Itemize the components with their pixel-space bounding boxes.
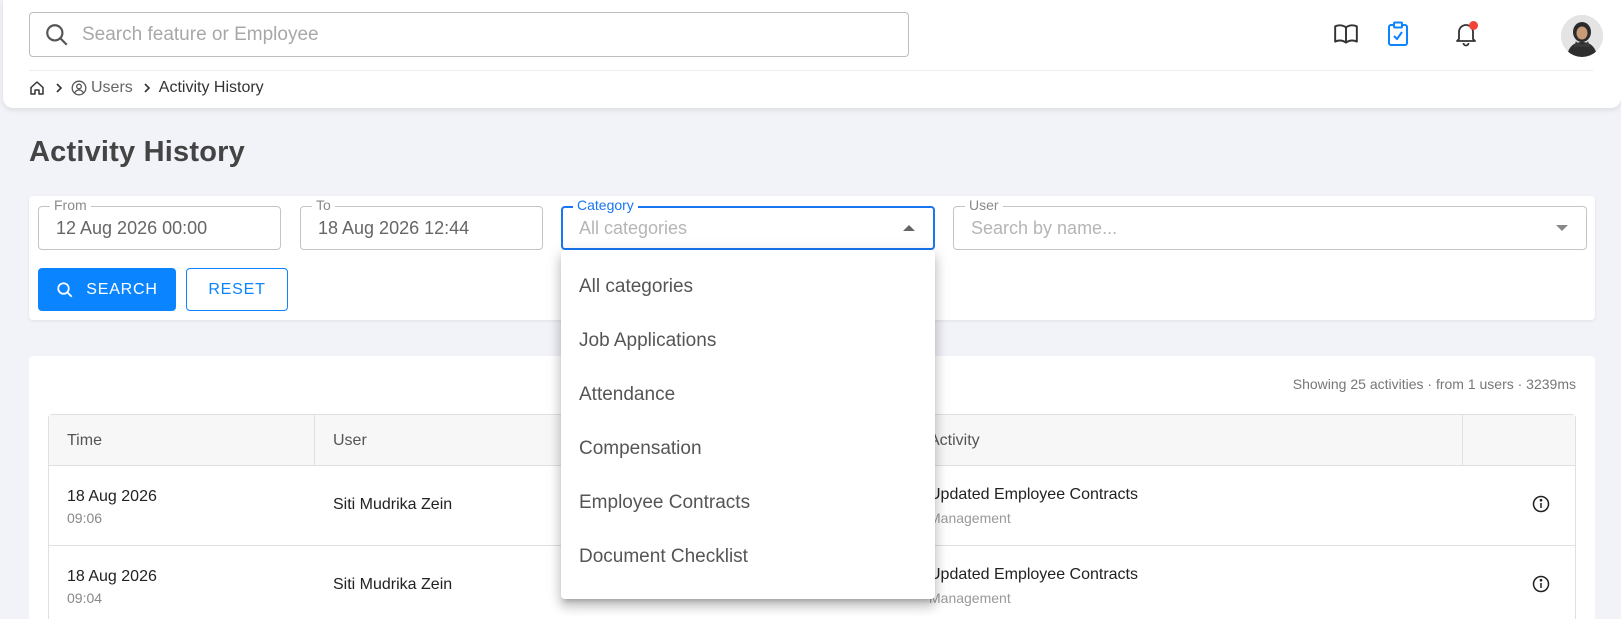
row-activity: Updated Employee Contracts: [929, 486, 1138, 503]
category-placeholder: All categories: [579, 217, 688, 238]
info-icon[interactable]: [1532, 495, 1550, 518]
column-activity: Activity: [929, 431, 980, 449]
row-time: 09:04: [67, 590, 103, 606]
notifications-button[interactable]: [1450, 18, 1482, 50]
user-label: User: [965, 197, 1003, 213]
search-button-label: SEARCH: [86, 280, 158, 298]
to-field[interactable]: To 18 Aug 2026 12:44: [300, 197, 543, 250]
from-label: From: [50, 197, 91, 213]
chevron-right-icon: [143, 82, 151, 94]
row-module: Management: [929, 590, 1011, 606]
from-value: 12 Aug 2026 00:00: [56, 217, 208, 238]
page-title: Activity History: [29, 136, 245, 168]
column-divider: [314, 415, 315, 465]
reset-button[interactable]: RESET: [186, 268, 288, 311]
category-option-document-checklist[interactable]: Document Checklist: [561, 530, 935, 584]
top-bar: Users Activity History: [3, 0, 1621, 108]
category-option-employee-contracts[interactable]: Employee Contracts: [561, 476, 935, 530]
info-icon[interactable]: [1532, 575, 1550, 598]
row-date: 18 Aug 2026: [67, 568, 157, 585]
global-search-input[interactable]: [82, 23, 862, 46]
category-label: Category: [573, 197, 638, 213]
breadcrumb: Users Activity History: [29, 77, 264, 99]
category-option-compensation[interactable]: Compensation: [561, 422, 935, 476]
user-placeholder: Search by name...: [971, 217, 1118, 238]
search-icon: [46, 23, 68, 46]
home-icon[interactable]: [29, 80, 45, 96]
row-date: 18 Aug 2026: [67, 488, 157, 505]
category-option-job-applications[interactable]: Job Applications: [561, 314, 935, 368]
column-user: User: [333, 431, 367, 449]
row-module: Management: [929, 510, 1011, 526]
row-user: Siti Mudrika Zein: [333, 496, 453, 513]
category-dropdown-menu: All categories Job Applications Attendan…: [561, 250, 935, 599]
category-option-all[interactable]: All categories: [561, 260, 935, 314]
user-circle-icon: [71, 80, 87, 96]
global-search[interactable]: [29, 12, 909, 57]
results-summary: Showing 25 activities · from 1 users · 3…: [1292, 376, 1576, 392]
search-icon: [57, 281, 73, 297]
user-select[interactable]: User Search by name...: [953, 197, 1587, 250]
avatar[interactable]: [1561, 15, 1603, 57]
column-divider: [1462, 415, 1463, 465]
category-option-attendance[interactable]: Attendance: [561, 368, 935, 422]
book-icon[interactable]: [1330, 18, 1362, 50]
row-activity: Updated Employee Contracts: [929, 566, 1138, 583]
from-field[interactable]: From 12 Aug 2026 00:00: [38, 197, 281, 250]
topbar-divider: [29, 70, 1593, 71]
clipboard-check-icon[interactable]: [1382, 18, 1414, 50]
notification-badge: [1469, 21, 1478, 30]
row-time: 09:06: [67, 510, 103, 526]
to-label: To: [312, 197, 335, 213]
search-button[interactable]: SEARCH: [38, 268, 176, 311]
category-select[interactable]: Category All categories: [561, 197, 935, 250]
breadcrumb-current: Activity History: [158, 79, 264, 96]
caret-down-icon[interactable]: [1556, 225, 1568, 231]
reset-button-label: RESET: [208, 280, 266, 298]
breadcrumb-users[interactable]: Users: [91, 79, 133, 97]
row-user: Siti Mudrika Zein: [333, 576, 453, 593]
chevron-right-icon: [55, 82, 63, 94]
to-value: 18 Aug 2026 12:44: [318, 217, 470, 238]
caret-up-icon[interactable]: [903, 225, 915, 231]
column-time: Time: [67, 431, 102, 449]
